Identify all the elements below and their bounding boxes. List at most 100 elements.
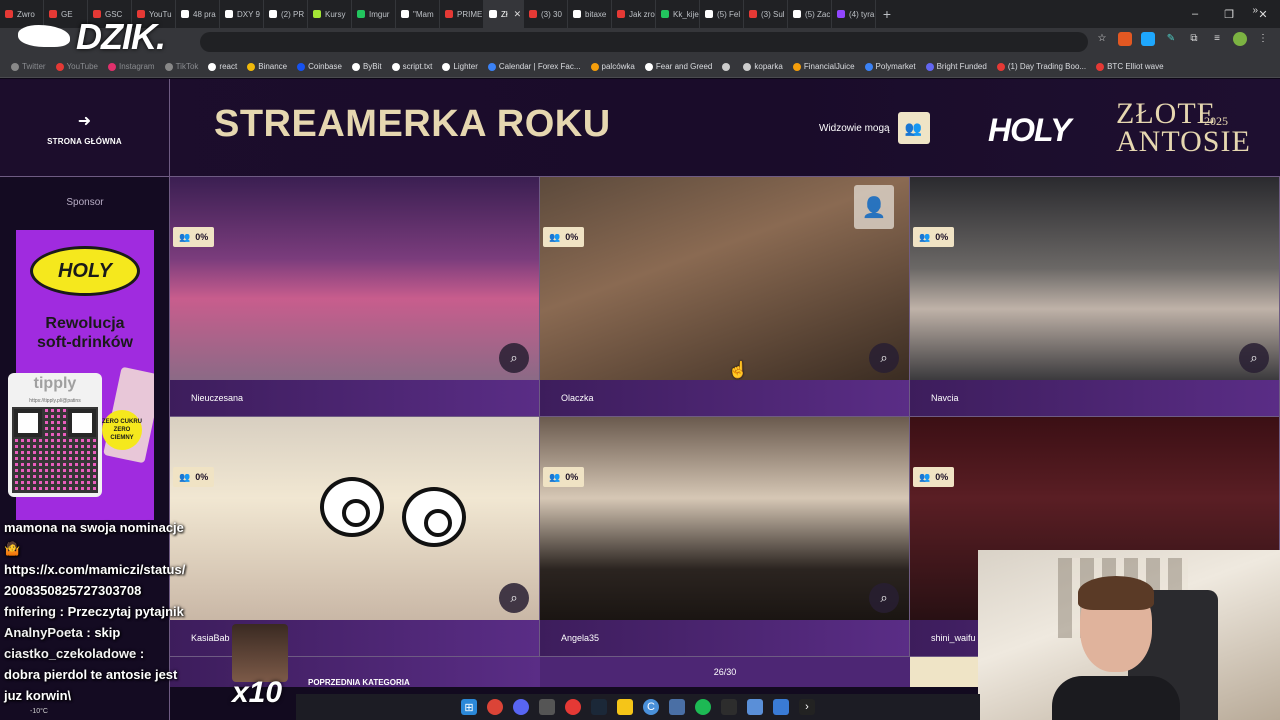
chrome-icon[interactable] bbox=[487, 699, 503, 715]
browser-tab[interactable]: Imgur bbox=[352, 0, 396, 28]
app-blue-icon[interactable] bbox=[669, 699, 685, 715]
profile-avatar[interactable] bbox=[1233, 32, 1247, 46]
url-input[interactable] bbox=[200, 32, 1088, 52]
browser-tab[interactable]: bitaxe bbox=[568, 0, 612, 28]
bookmark-item[interactable]: Lighter bbox=[437, 62, 482, 71]
bookmark-star-icon[interactable]: ☆ bbox=[1095, 32, 1109, 46]
home-button[interactable]: ➜ STRONA GŁÓWNA bbox=[0, 79, 170, 177]
multiplier-emote: x10 bbox=[228, 624, 294, 714]
bookmark-item[interactable]: Twitter bbox=[6, 62, 51, 71]
discord-icon[interactable] bbox=[513, 699, 529, 715]
chat-text: juz korwin\ bbox=[4, 688, 72, 703]
bookmark-item[interactable]: Fear and Greed bbox=[640, 62, 717, 71]
notepad-icon[interactable] bbox=[747, 699, 763, 715]
nominee-card[interactable]: 👥 0% ⌕ Navcia bbox=[910, 177, 1280, 417]
bookmark-item[interactable]: Binance bbox=[242, 62, 292, 71]
app-icon[interactable] bbox=[539, 699, 555, 715]
bookmark-item[interactable]: react bbox=[203, 62, 242, 71]
chat-text: 2008350825727303708 bbox=[4, 583, 142, 598]
bookmark-item[interactable] bbox=[717, 62, 738, 71]
restore-button[interactable]: ❐ bbox=[1212, 8, 1246, 21]
nominee-card[interactable]: 👤 👥 0% ⌕ Olaczka bbox=[540, 177, 910, 417]
viewers-label: Widzowie mogą bbox=[819, 122, 890, 134]
browser-tab[interactable]: (4) tyra bbox=[832, 0, 876, 28]
extension-blue-icon[interactable] bbox=[1141, 32, 1155, 46]
bookmark-item[interactable]: Polymarket bbox=[860, 62, 921, 71]
app-c-icon[interactable]: C bbox=[643, 699, 659, 715]
browser-tab[interactable]: PRIME bbox=[440, 0, 484, 28]
browser-tab[interactable]: Zł ✕ bbox=[484, 0, 524, 28]
browser-tab[interactable]: (5) Fel bbox=[700, 0, 744, 28]
new-tab-button[interactable]: + bbox=[876, 6, 898, 22]
bookmark-label: Calendar | Forex Fac... bbox=[498, 62, 581, 71]
extension-translate-icon[interactable]: ✎ bbox=[1164, 32, 1178, 46]
chrome-menu-icon[interactable]: ⋮ bbox=[1256, 32, 1270, 46]
bookmark-item[interactable]: YouTube bbox=[51, 62, 103, 71]
bookmark-item[interactable]: Calendar | Forex Fac... bbox=[483, 62, 586, 71]
zoom-icon[interactable]: ⌕ bbox=[1239, 343, 1269, 373]
nominee-card[interactable]: 👥 0% ⌕ Nieuczesana bbox=[170, 177, 540, 417]
browser-tab[interactable]: "Mam bbox=[396, 0, 440, 28]
bookmark-item[interactable]: palcówka bbox=[586, 62, 640, 71]
bookmark-icon bbox=[297, 62, 306, 71]
bookmark-item[interactable]: ByBit bbox=[347, 62, 387, 71]
bookmark-item[interactable]: FinancialJuice bbox=[788, 62, 860, 71]
bookmarks-more-icon[interactable]: » bbox=[1252, 5, 1258, 16]
tipply-url: https://tipply.pl/@patins bbox=[29, 398, 81, 404]
browser-tab[interactable]: (3) Sul bbox=[744, 0, 788, 28]
zoom-icon[interactable]: ⌕ bbox=[869, 583, 899, 613]
bookmark-item[interactable]: BTC Elliot wave bbox=[1091, 62, 1168, 71]
tab-favicon-icon bbox=[181, 10, 189, 18]
zoom-icon[interactable]: ⌕ bbox=[499, 343, 529, 373]
bookmark-item[interactable]: Bright Funded bbox=[921, 62, 992, 71]
browser-tab[interactable]: Jak zro bbox=[612, 0, 656, 28]
zoom-icon[interactable]: ⌕ bbox=[869, 343, 899, 373]
tab-close-icon[interactable]: ✕ bbox=[514, 9, 522, 20]
steam-icon[interactable] bbox=[591, 699, 607, 715]
minimize-button[interactable]: – bbox=[1178, 8, 1212, 20]
bookmark-label: Bright Funded bbox=[936, 62, 987, 71]
browser-tab[interactable]: Kk_kije bbox=[656, 0, 700, 28]
bookmark-icon bbox=[1096, 62, 1105, 71]
bookmark-label: Lighter bbox=[453, 62, 478, 71]
bookmark-icon bbox=[247, 62, 256, 71]
browser-tab[interactable]: 48 pra bbox=[176, 0, 220, 28]
extensions-puzzle-icon[interactable]: ⧉ bbox=[1187, 32, 1201, 46]
app-red-icon[interactable] bbox=[565, 699, 581, 715]
bookmark-item[interactable]: script.txt bbox=[387, 62, 438, 71]
browser-tab[interactable]: (2) PR bbox=[264, 0, 308, 28]
extension-fox-icon[interactable] bbox=[1118, 32, 1132, 46]
chat-message: 2008350825727303708 bbox=[4, 580, 204, 601]
bookmark-label: react bbox=[219, 62, 238, 71]
nominee-card[interactable]: 👥 0% ⌕ KasiaBab bbox=[170, 417, 540, 657]
bookmark-item[interactable]: koparka bbox=[738, 62, 787, 71]
bookmark-item[interactable]: Instagram bbox=[103, 62, 160, 71]
browser-tab[interactable]: Kursy bbox=[308, 0, 352, 28]
browser-tab[interactable]: (3) 30 bbox=[524, 0, 568, 28]
nominee-card[interactable]: 👥 0% ⌕ Angela35 bbox=[540, 417, 910, 657]
zoom-icon[interactable]: ⌕ bbox=[499, 583, 529, 613]
terminal-icon[interactable]: › bbox=[799, 699, 815, 715]
users-icon: 👥 bbox=[549, 231, 561, 242]
previous-category-button[interactable]: POPRZEDNIA KATEGORIA bbox=[170, 657, 540, 687]
bookmark-item[interactable]: (1) Day Trading Boo... bbox=[992, 62, 1091, 71]
event-name: ZŁOTE ANTOSIE bbox=[1116, 97, 1251, 158]
bookmark-label: Coinbase bbox=[308, 62, 342, 71]
tab-favicon-icon bbox=[269, 10, 277, 18]
browser-tab[interactable]: DXY 9 bbox=[220, 0, 264, 28]
tab-title: (5) Zac bbox=[805, 9, 831, 19]
media-list-icon[interactable]: ≡ bbox=[1210, 32, 1224, 46]
obs-icon[interactable] bbox=[721, 699, 737, 715]
bookmark-item[interactable]: Coinbase bbox=[292, 62, 347, 71]
weather-temperature: -10°C bbox=[30, 708, 48, 715]
users-icon: 👥 bbox=[549, 471, 561, 482]
browser-tab[interactable]: (5) Zac bbox=[788, 0, 832, 28]
spotify-icon[interactable] bbox=[695, 699, 711, 715]
file-explorer-icon[interactable] bbox=[617, 699, 633, 715]
windows-start-icon[interactable]: ⊞ bbox=[461, 699, 477, 715]
bookmark-item[interactable]: TikTok bbox=[160, 62, 204, 71]
users-icon-button[interactable]: 👥 bbox=[897, 112, 930, 144]
photos-icon[interactable] bbox=[773, 699, 789, 715]
close-window-button[interactable]: ✕ bbox=[1246, 8, 1280, 21]
tab-title: PRIME bbox=[457, 9, 483, 19]
